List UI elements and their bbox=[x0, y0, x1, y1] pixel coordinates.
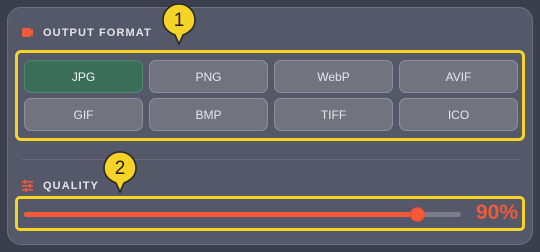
output-format-header: OUTPUT FORMAT bbox=[21, 26, 152, 39]
quality-header: QUALITY bbox=[21, 179, 99, 192]
format-option-ico[interactable]: ICO bbox=[399, 98, 518, 131]
callout-marker-1: 1 bbox=[160, 2, 198, 51]
quality-slider-highlight: 90% bbox=[15, 196, 525, 231]
format-option-avif[interactable]: AVIF bbox=[399, 60, 518, 93]
format-option-webp[interactable]: WebP bbox=[274, 60, 393, 93]
sliders-icon bbox=[21, 179, 34, 192]
format-option-bmp[interactable]: BMP bbox=[149, 98, 268, 131]
quality-slider[interactable] bbox=[24, 208, 461, 221]
quality-slider-thumb[interactable] bbox=[411, 208, 425, 221]
output-format-label: OUTPUT FORMAT bbox=[43, 26, 152, 39]
format-grid-highlight: JPG PNG WebP AVIF GIF BMP TIFF ICO bbox=[15, 50, 525, 141]
callout-number-2: 2 bbox=[115, 158, 126, 179]
settings-panel: OUTPUT FORMAT JPG PNG WebP AVIF GIF BMP TIFF IC… bbox=[7, 7, 533, 245]
quality-value: 90% bbox=[475, 201, 518, 224]
format-grid: JPG PNG WebP AVIF GIF BMP TIFF ICO bbox=[24, 60, 518, 131]
quality-slider-fill bbox=[24, 212, 418, 217]
format-option-tiff[interactable]: TIFF bbox=[274, 98, 393, 131]
section-divider bbox=[22, 159, 520, 160]
format-option-jpg[interactable]: JPG bbox=[24, 60, 143, 93]
callout-marker-2: 2 bbox=[101, 150, 139, 199]
format-option-png[interactable]: PNG bbox=[149, 60, 268, 93]
callout-number-1: 1 bbox=[174, 10, 185, 31]
image-icon bbox=[21, 26, 34, 39]
quality-label: QUALITY bbox=[43, 179, 99, 192]
format-option-gif[interactable]: GIF bbox=[24, 98, 143, 131]
